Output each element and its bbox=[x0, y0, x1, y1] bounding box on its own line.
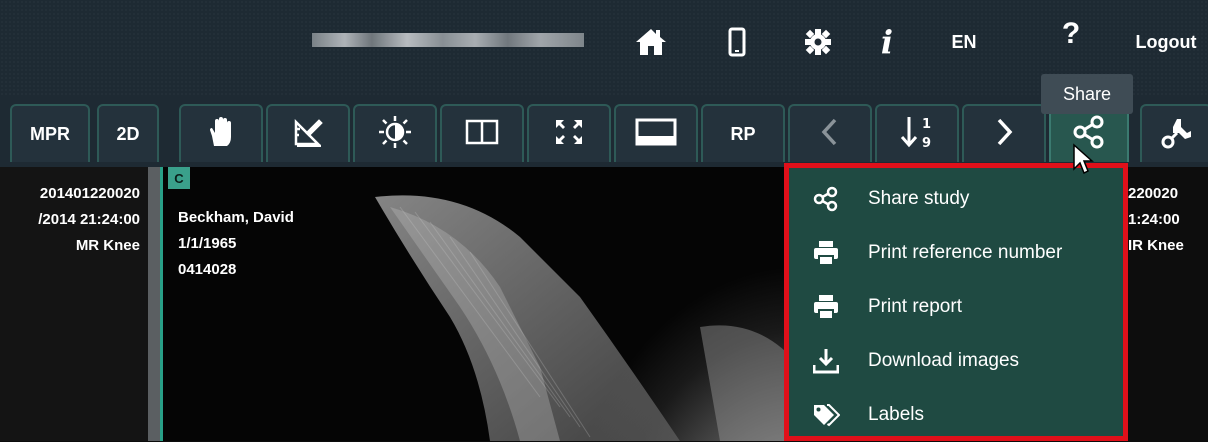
top-header: i EN ? Logout bbox=[0, 0, 1208, 95]
prev-icon bbox=[821, 117, 839, 152]
viewport-right[interactable]: 220020 1:24:00 IR Knee bbox=[1118, 167, 1208, 441]
layout-split-icon bbox=[465, 119, 499, 150]
menu-item-label: Download images bbox=[868, 350, 1020, 371]
tools-icon bbox=[1159, 115, 1193, 154]
next-icon bbox=[995, 117, 1013, 152]
prev-button[interactable] bbox=[788, 104, 872, 162]
pane-divider[interactable] bbox=[148, 167, 160, 441]
share-tooltip: Share bbox=[1041, 74, 1133, 114]
layout-button[interactable] bbox=[440, 104, 524, 162]
gear-icon[interactable] bbox=[800, 22, 836, 62]
viewer-toolbar: MPR 2D RP 19 bbox=[0, 95, 1208, 167]
study-description-right: IR Knee bbox=[1128, 237, 1184, 254]
study-datetime-right: 1:24:00 bbox=[1128, 211, 1180, 228]
study-id-right: 220020 bbox=[1128, 185, 1179, 202]
help-icon[interactable]: ? bbox=[1056, 14, 1086, 54]
fullscreen-icon bbox=[554, 118, 584, 151]
language-selector[interactable]: EN bbox=[944, 22, 984, 62]
share-menu: Share study Print reference number Print… bbox=[784, 163, 1128, 441]
viewport-left[interactable]: 201401220020 /2014 21:24:00 MR Knee bbox=[0, 167, 148, 441]
printer-icon bbox=[809, 294, 843, 320]
svg-text:9: 9 bbox=[922, 136, 931, 150]
menu-item-labels[interactable]: Labels bbox=[789, 388, 1123, 442]
patient-id: 0414028 bbox=[178, 261, 237, 278]
menu-item-download-images[interactable]: Download images bbox=[789, 334, 1123, 388]
mouse-cursor-icon bbox=[1072, 143, 1096, 182]
measure-button[interactable] bbox=[266, 104, 350, 162]
share-icon bbox=[809, 186, 843, 212]
measure-icon bbox=[293, 117, 323, 152]
right-pane-info: 220020 1:24:00 IR Knee bbox=[1128, 181, 1184, 259]
2d-button[interactable]: 2D bbox=[97, 104, 159, 162]
left-pane-info: 201401220020 /2014 21:24:00 MR Knee bbox=[38, 181, 140, 259]
screen-button[interactable] bbox=[614, 104, 698, 162]
contrast-button[interactable] bbox=[353, 104, 437, 162]
menu-item-print-report[interactable]: Print report bbox=[789, 280, 1123, 334]
study-description: MR Knee bbox=[75, 237, 140, 254]
menu-item-print-reference[interactable]: Print reference number bbox=[789, 226, 1123, 280]
sort-button[interactable]: 19 bbox=[875, 104, 959, 162]
menu-item-label: Print report bbox=[868, 296, 962, 317]
svg-text:1: 1 bbox=[922, 117, 931, 132]
viewport-label: C bbox=[168, 167, 190, 189]
mpr-button[interactable]: MPR bbox=[10, 104, 90, 162]
menu-item-label: Labels bbox=[868, 404, 924, 425]
pan-button[interactable] bbox=[179, 104, 263, 162]
tag-icon bbox=[809, 403, 843, 427]
contrast-icon bbox=[378, 115, 412, 154]
hand-pan-icon bbox=[208, 116, 234, 153]
sort-icon: 19 bbox=[900, 114, 934, 155]
menu-item-label: Share study bbox=[868, 188, 970, 209]
study-id: 201401220020 bbox=[39, 185, 140, 202]
next-button[interactable] bbox=[962, 104, 1046, 162]
menu-item-label: Print reference number bbox=[868, 242, 1063, 263]
home-icon[interactable] bbox=[631, 22, 671, 62]
patient-name: Beckham, David bbox=[178, 209, 294, 226]
screen-icon bbox=[635, 118, 677, 151]
username-redacted bbox=[312, 33, 584, 47]
study-datetime: /2014 21:24:00 bbox=[38, 211, 140, 228]
printer-icon bbox=[809, 240, 843, 266]
download-icon bbox=[809, 348, 843, 374]
info-icon[interactable]: i bbox=[875, 22, 899, 62]
tools-button[interactable] bbox=[1140, 104, 1208, 162]
rp-button[interactable]: RP bbox=[701, 104, 785, 162]
mobile-icon[interactable] bbox=[722, 22, 752, 62]
logout-link[interactable]: Logout bbox=[1128, 22, 1204, 62]
patient-info: Beckham, David 1/1/1965 0414028 bbox=[178, 205, 294, 283]
patient-birth-date: 1/1/1965 bbox=[178, 235, 237, 252]
fullscreen-button[interactable] bbox=[527, 104, 611, 162]
